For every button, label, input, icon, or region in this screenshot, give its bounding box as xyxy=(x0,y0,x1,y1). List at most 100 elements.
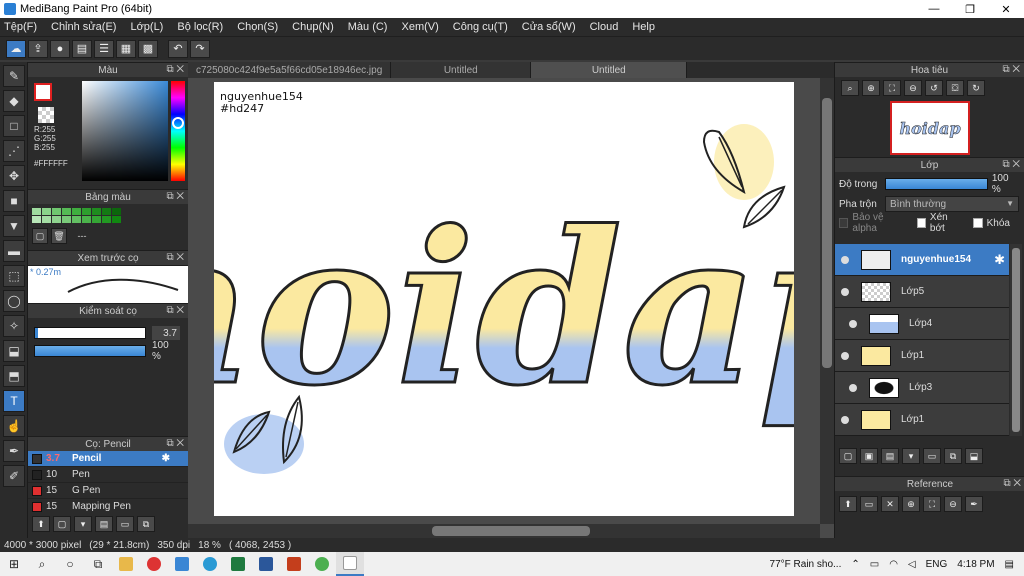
palette-swatch[interactable] xyxy=(62,216,71,223)
layer-row[interactable]: Lớp3 xyxy=(835,372,1009,404)
visibility-icon[interactable] xyxy=(841,287,849,296)
menu-help[interactable]: Help xyxy=(632,21,655,33)
menu-select[interactable]: Chọn(S) xyxy=(237,21,278,33)
menu-edit[interactable]: Chỉnh sửa(E) xyxy=(51,21,116,33)
duplicate-icon[interactable]: ⧉ xyxy=(137,516,155,532)
scroll-thumb[interactable] xyxy=(822,98,832,368)
menu-color[interactable]: Màu (C) xyxy=(348,21,388,33)
visibility-icon[interactable] xyxy=(849,383,857,392)
gear-icon[interactable]: ✱ xyxy=(162,453,170,464)
bucket-tool-icon[interactable]: ▼ xyxy=(3,215,25,237)
cloud-upload-icon[interactable]: ⬆ xyxy=(839,496,857,512)
visibility-icon[interactable] xyxy=(849,319,857,328)
layer-row[interactable]: Lớp4 xyxy=(835,308,1009,340)
layer-menu-icon[interactable]: ▾ xyxy=(902,448,920,464)
protect-alpha-checkbox[interactable] xyxy=(839,218,849,228)
rect-tool-icon[interactable]: □ xyxy=(3,115,25,137)
chevron-up-icon[interactable]: ⌃ xyxy=(851,559,859,570)
undo-icon[interactable]: ↶ xyxy=(168,39,188,58)
panel-controls-icon[interactable]: ⧉ ✕ xyxy=(166,64,184,75)
panel-controls-icon[interactable]: ⧉ ✕ xyxy=(1002,159,1020,170)
move-tool-icon[interactable]: ✥ xyxy=(3,165,25,187)
primary-color-swatch[interactable] xyxy=(34,83,52,101)
visibility-icon[interactable] xyxy=(841,415,849,424)
windows-start-icon[interactable]: ⊞ xyxy=(0,552,28,576)
palette-swatch[interactable] xyxy=(52,216,61,223)
eraser-tool-icon[interactable]: ◆ xyxy=(3,90,25,112)
palette-swatch[interactable] xyxy=(32,216,41,223)
menu-window[interactable]: Cửa sổ(W) xyxy=(522,21,576,33)
close-icon[interactable]: ✕ xyxy=(881,496,899,512)
menu-list-icon[interactable]: ▦ xyxy=(116,39,136,58)
brush-menu-icon[interactable]: ▾ xyxy=(74,516,92,532)
chrome-icon[interactable] xyxy=(308,552,336,576)
grid-icon[interactable]: ▩ xyxy=(138,39,158,58)
doc-tab-untitled-1[interactable]: Untitled xyxy=(391,62,532,78)
lock-option[interactable]: Khóa xyxy=(972,218,1010,229)
menu-layer[interactable]: Lớp(L) xyxy=(130,21,163,33)
hue-knob[interactable] xyxy=(172,117,184,129)
fill-shape-tool-icon[interactable]: ■ xyxy=(3,190,25,212)
lock-checkbox[interactable] xyxy=(972,218,983,228)
fit-window-icon[interactable]: ⛶ xyxy=(883,80,901,96)
brush-item-pencil[interactable]: 3.7 Pencil ✱ xyxy=(28,451,188,467)
layer-row[interactable]: Lớp1 xyxy=(835,404,1009,436)
zoom-out-icon[interactable]: ⊖ xyxy=(944,496,962,512)
blend-mode-select[interactable]: Bình thường ▼ xyxy=(885,196,1019,212)
palette-swatch[interactable] xyxy=(42,208,51,215)
fit-window-icon[interactable]: ⛶ xyxy=(923,496,941,512)
brush-copy-icon[interactable]: ▤ xyxy=(95,516,113,532)
palette-swatch[interactable] xyxy=(62,208,71,215)
clipping-option[interactable]: Xén bớt xyxy=(916,212,963,234)
zoom-fit-icon[interactable]: ⌕ xyxy=(841,80,859,96)
canvas-vertical-scrollbar[interactable] xyxy=(820,78,834,524)
comment-icon[interactable]: ▤ xyxy=(72,39,92,58)
new-brush-icon[interactable]: ▢ xyxy=(53,516,71,532)
menu-filter[interactable]: Bộ lọc(R) xyxy=(177,21,223,33)
brush-tool-icon[interactable]: ✎ xyxy=(3,65,25,87)
search-icon[interactable]: ⌕ xyxy=(28,552,56,576)
operation-tool-icon[interactable]: ☝ xyxy=(3,415,25,437)
dot-tool-icon[interactable]: ⋰ xyxy=(3,140,25,162)
redo-icon[interactable]: ↷ xyxy=(190,39,210,58)
panel-controls-icon[interactable]: ⧉ ✕ xyxy=(1003,478,1021,489)
panel-controls-icon[interactable]: ⧉ ✕ xyxy=(166,252,184,263)
doc-tab-untitled-2[interactable]: Untitled xyxy=(531,62,688,78)
menu-snap[interactable]: Chụp(N) xyxy=(292,21,334,33)
palette-swatch[interactable] xyxy=(112,208,121,215)
brush-item-pen[interactable]: 10 Pen xyxy=(28,467,188,483)
zoom-out-icon[interactable]: ⊖ xyxy=(904,80,922,96)
brush-opacity-slider[interactable] xyxy=(34,345,146,357)
gradient-tool-icon[interactable]: ▬ xyxy=(3,240,25,262)
hue-slider[interactable] xyxy=(171,81,185,181)
palette-swatch[interactable] xyxy=(112,216,121,223)
clock[interactable]: 4:18 PM xyxy=(957,559,994,570)
new-page-icon[interactable]: ▢ xyxy=(32,228,48,244)
word-icon[interactable] xyxy=(252,552,280,576)
magic-wand-tool-icon[interactable]: ✧ xyxy=(3,315,25,337)
folder-icon[interactable]: ▭ xyxy=(860,496,878,512)
eyedropper-tool-icon[interactable]: ✒ xyxy=(3,440,25,462)
palette-swatch[interactable] xyxy=(82,216,91,223)
layer-row[interactable]: Lớp1 xyxy=(835,340,1009,372)
folder-icon[interactable]: ▭ xyxy=(923,448,941,464)
palette-swatch[interactable] xyxy=(92,216,101,223)
language-indicator[interactable]: ENG xyxy=(926,559,948,570)
layer-opacity-slider[interactable] xyxy=(884,178,988,190)
gear-icon[interactable]: ✱ xyxy=(994,252,1005,268)
rotate-right-icon[interactable]: ↻ xyxy=(967,80,985,96)
merge-down-icon[interactable]: ⬓ xyxy=(965,448,983,464)
menu-tools[interactable]: Công cụ(T) xyxy=(453,21,508,33)
brush-size-value[interactable]: 3.7 xyxy=(152,326,180,340)
weather-widget[interactable]: 77°F Rain sho... xyxy=(770,559,842,570)
zoom-in-icon[interactable]: ⊕ xyxy=(902,496,920,512)
file-explorer-icon[interactable] xyxy=(112,552,140,576)
medibang-icon[interactable] xyxy=(336,552,364,576)
brush-item-g-pen[interactable]: 15 G Pen xyxy=(28,483,188,499)
transparent-color-swatch[interactable] xyxy=(38,107,54,123)
notifications-icon[interactable]: ▤ xyxy=(1005,559,1014,570)
saturation-value-picker[interactable] xyxy=(82,81,168,181)
select-tool-icon[interactable]: ⬚ xyxy=(3,265,25,287)
edge-icon[interactable] xyxy=(196,552,224,576)
excel-icon[interactable] xyxy=(224,552,252,576)
